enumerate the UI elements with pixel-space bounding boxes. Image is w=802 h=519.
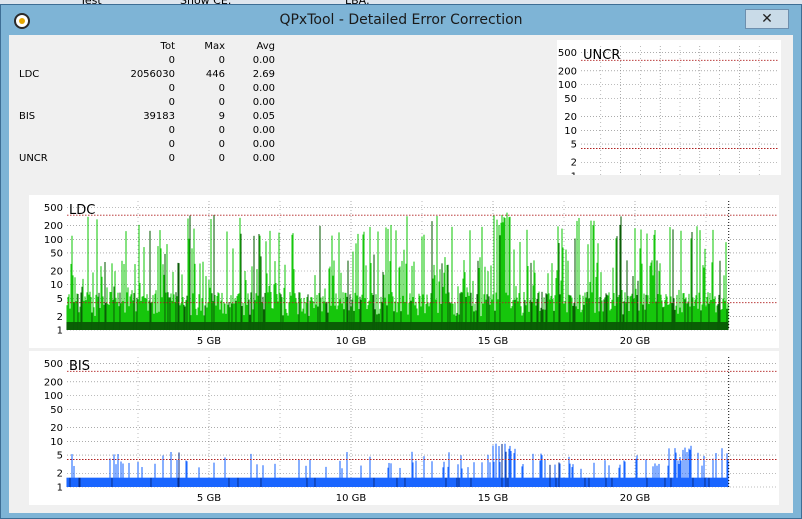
x-tick-label: 5 GB bbox=[197, 336, 221, 347]
client-area: Tot Max Avg 0 0 0.00 LDC 2056030 446 2.69 0 0 0.0… bbox=[9, 35, 793, 513]
stats-row-avg: 0.00 bbox=[252, 54, 275, 66]
stats-row-tot: 0 bbox=[168, 152, 175, 164]
chart-title: LDC bbox=[69, 203, 95, 218]
stats-row-avg: 2.69 bbox=[252, 68, 275, 80]
y-tick-label: 500 bbox=[44, 203, 63, 214]
stats-row-avg: 0.00 bbox=[252, 124, 275, 136]
y-tick-label: 200 bbox=[44, 221, 63, 232]
stats-row-max: 9 bbox=[218, 110, 225, 122]
y-tick-label: 50 bbox=[50, 405, 63, 416]
uncr-chart-svg: 5002001005020105215 GB10 GB15 GB20 GBUNC… bbox=[558, 46, 779, 176]
stats-row-tot: 0 bbox=[168, 54, 175, 66]
x-tick-label: 10 GB bbox=[336, 493, 367, 504]
stats-row-tot: 0 bbox=[168, 138, 175, 150]
y-tick-label: 5 bbox=[571, 140, 577, 151]
stats-row-avg: 0.00 bbox=[252, 138, 275, 150]
x-tick-label: 5 GB bbox=[197, 493, 221, 504]
stats-row: BIS 39183 9 0.05 bbox=[15, 109, 279, 123]
stats-row: LDC 2056030 446 2.69 bbox=[15, 67, 279, 81]
stats-table: Tot Max Avg 0 0 0.00 LDC 2056030 446 2.69 0 0 0.0… bbox=[15, 39, 279, 165]
ldc-chart-svg: 5002001005020105215 GB 10 GB 15 GB 20 GBLDC bbox=[44, 201, 777, 347]
stats-row-label: LDC bbox=[19, 68, 40, 80]
stats-row-avg: 0.00 bbox=[252, 82, 275, 94]
stats-row-label bbox=[15, 137, 83, 151]
stats-row-tot: 39183 bbox=[143, 110, 175, 122]
stats-row-avg: 0.05 bbox=[252, 110, 275, 122]
stats-row-label bbox=[15, 81, 83, 95]
stats-row-label bbox=[15, 95, 83, 109]
stats-row-max: 0 bbox=[218, 152, 225, 164]
stats-row-max: 0 bbox=[218, 82, 225, 94]
stats-row-tot: 0 bbox=[168, 82, 175, 94]
stats-row-max: 0 bbox=[218, 54, 225, 66]
y-tick-label: 200 bbox=[44, 377, 63, 388]
x-tick-label: 20 GB bbox=[620, 493, 651, 504]
stats-row: 0 0 0.00 bbox=[15, 137, 279, 151]
stats-header-tot: Tot bbox=[160, 40, 175, 52]
stats-header-max: Max bbox=[204, 40, 225, 52]
stats-row-max: 0 bbox=[218, 138, 225, 150]
stats-row-label bbox=[15, 123, 83, 137]
x-tick-label: 15 GB bbox=[478, 493, 509, 504]
stats-row: 0 0 0.00 bbox=[15, 53, 279, 67]
y-tick-label: 200 bbox=[558, 66, 577, 77]
y-tick-label: 1 bbox=[571, 172, 577, 176]
stats-row: 0 0 0.00 bbox=[15, 123, 279, 137]
bis-chart-svg: 5002001005020105215 GB 10 GB 15 GB 20 GBBIS bbox=[44, 357, 777, 504]
stats-row-label: BIS bbox=[19, 110, 36, 122]
y-tick-label: 100 bbox=[44, 391, 63, 402]
title-bar[interactable]: QPxTool - Detailed Error Correction ✕ bbox=[1, 5, 801, 35]
stats-row-max: 0 bbox=[218, 124, 225, 136]
y-tick-label: 100 bbox=[558, 80, 577, 91]
stats-header-row: Tot Max Avg bbox=[15, 39, 279, 53]
y-tick-label: 20 bbox=[564, 112, 577, 123]
y-tick-label: 5 bbox=[57, 294, 63, 305]
y-tick-label: 10 bbox=[50, 437, 63, 448]
window-title: QPxTool - Detailed Error Correction bbox=[279, 12, 523, 28]
y-tick-label: 50 bbox=[564, 94, 577, 105]
y-tick-label: 2 bbox=[571, 158, 577, 169]
y-tick-label: 2 bbox=[57, 469, 63, 480]
y-tick-label: 5 bbox=[57, 451, 63, 462]
stats-row: 0 0 0.00 bbox=[15, 81, 279, 95]
bis-chart: 500 200 100 50 20 10 5 2 1 5 GB 10 GB 15 GB 20 GB BIS bbox=[29, 351, 779, 505]
stats-row-label: UNCR bbox=[19, 152, 48, 164]
stats-row-max: 0 bbox=[218, 96, 225, 108]
uncr-chart: 5002001005020105215 GB10 GB15 GB20 GBUNC… bbox=[557, 40, 781, 175]
stats-row-label bbox=[15, 53, 83, 67]
stats-header-avg: Avg bbox=[256, 40, 275, 52]
y-tick-label: 50 bbox=[50, 248, 63, 259]
stats-row-avg: 0.00 bbox=[252, 96, 275, 108]
stats-row: UNCR 0 0 0.00 bbox=[15, 151, 279, 165]
y-tick-label: 1 bbox=[57, 483, 63, 494]
stats-row-tot: 2056030 bbox=[130, 68, 175, 80]
stats-row-max: 446 bbox=[205, 68, 225, 80]
y-tick-label: 20 bbox=[50, 267, 63, 278]
y-tick-label: 500 bbox=[44, 359, 63, 370]
stats-header-label bbox=[15, 39, 83, 53]
y-tick-label: 500 bbox=[558, 48, 577, 59]
y-tick-label: 2 bbox=[57, 312, 63, 323]
y-tick-label: 10 bbox=[564, 126, 577, 137]
detailed-error-correction-window: QPxTool - Detailed Error Correction ✕ To… bbox=[0, 4, 802, 519]
x-tick-label: 20 GB bbox=[620, 336, 651, 347]
close-button[interactable]: ✕ bbox=[745, 9, 789, 29]
y-tick-label: 10 bbox=[50, 280, 63, 291]
x-tick-label: 10 GB bbox=[336, 336, 367, 347]
y-tick-label: 100 bbox=[44, 235, 63, 246]
stats-row: 0 0 0.00 bbox=[15, 95, 279, 109]
stats-row-avg: 0.00 bbox=[252, 152, 275, 164]
stats-row-tot: 0 bbox=[168, 124, 175, 136]
y-tick-label: 1 bbox=[57, 326, 63, 337]
stats-row-tot: 0 bbox=[168, 96, 175, 108]
ldc-chart: 500 200 100 50 20 10 5 2 1 5 GB 10 GB 15 GB 20 GB LDC bbox=[29, 195, 779, 348]
x-tick-label: 15 GB bbox=[478, 336, 509, 347]
y-tick-label: 20 bbox=[50, 423, 63, 434]
